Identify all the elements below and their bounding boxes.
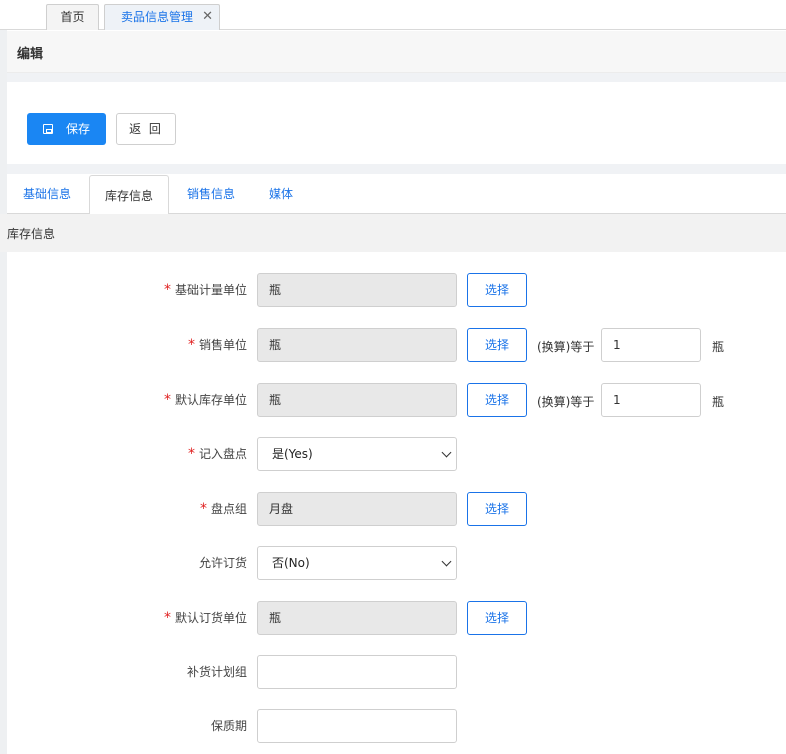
section-header: 库存信息 [0,214,786,252]
default-stock-unit-conversion-input[interactable]: 1 [601,383,701,417]
required-mark: * [163,392,171,408]
sales-unit-label: * 销售单位 [187,337,247,353]
allow-ordering-value: 否(No) [272,556,310,570]
save-button-label: 保存 [66,122,91,136]
default-stock-unit-choose-button[interactable]: 选择 [467,383,527,417]
sales-unit-conversion-label: (换算)等于 [537,340,595,354]
allow-ordering-label: 允许订货 [198,556,247,570]
save-icon [43,124,53,134]
tab-product-info-management[interactable]: 卖品信息管理 ✕ [104,4,220,30]
default-order-unit-field[interactable]: 瓶 [257,601,457,635]
top-tab-bar: 首页 卖品信息管理 ✕ [0,0,786,30]
default-stock-unit-conversion-unit: 瓶 [712,395,725,409]
inventory-form: * 基础计量单位 瓶 选择 * 销售单位 瓶 选择 (换算)等于 1 瓶 * 默认库存… [7,252,786,754]
left-edge [0,30,7,754]
base-unit-field[interactable]: 瓶 [257,273,457,307]
replenishment-group-label: 补货计划组 [186,665,247,679]
tab-label: 卖品信息管理 [121,10,194,24]
sales-unit-field[interactable]: 瓶 [257,328,457,362]
base-unit-choose-button[interactable]: 选择 [467,273,527,307]
shelf-life-input[interactable] [257,709,457,743]
default-stock-unit-conversion-label: (换算)等于 [537,395,595,409]
base-unit-label: * 基础计量单位 [163,282,247,298]
default-stock-unit-label: * 默认库存单位 [163,392,247,408]
chevron-down-icon [441,556,452,567]
stocktake-group-label: * 盘点组 [199,501,247,517]
count-in-stocktake-value: 是(Yes) [272,447,313,461]
default-order-unit-choose-button[interactable]: 选择 [467,601,527,635]
required-mark: * [163,282,171,298]
replenishment-group-input[interactable] [257,655,457,689]
tab-sales-info[interactable]: 销售信息 [187,174,235,214]
required-mark: * [187,446,195,462]
close-icon[interactable]: ✕ [202,5,213,29]
required-mark: * [163,610,171,626]
sales-unit-conversion-input[interactable]: 1 [601,328,701,362]
allow-ordering-select[interactable]: 否(No) [257,546,457,580]
sales-unit-conversion-unit: 瓶 [712,340,725,354]
section-tabs: 基础信息 库存信息 销售信息 媒体 [7,174,786,215]
back-button[interactable]: 返 回 [116,113,176,145]
action-toolbar: 保存 返 回 [7,82,786,164]
required-mark: * [187,337,195,353]
shelf-life-label: 保质期 [210,719,247,733]
count-in-stocktake-select[interactable]: 是(Yes) [257,437,457,471]
divider [7,164,786,174]
sales-unit-choose-button[interactable]: 选择 [467,328,527,362]
tab-media[interactable]: 媒体 [269,174,293,214]
required-mark: * [199,501,207,517]
tab-inventory-info[interactable]: 库存信息 [89,175,169,215]
count-in-stocktake-label: * 记入盘点 [187,446,247,462]
chevron-down-icon [441,447,452,458]
stocktake-group-choose-button[interactable]: 选择 [467,492,527,526]
section-title: 库存信息 [7,227,56,241]
default-stock-unit-field[interactable]: 瓶 [257,383,457,417]
edit-header: 编辑 [7,31,786,73]
page-title: 编辑 [17,47,44,62]
tab-home[interactable]: 首页 [46,4,99,30]
tab-basic-info[interactable]: 基础信息 [23,174,71,214]
stocktake-group-field[interactable]: 月盘 [257,492,457,526]
default-order-unit-label: * 默认订货单位 [163,610,247,626]
divider [7,73,786,82]
save-button[interactable]: 保存 [27,113,106,145]
